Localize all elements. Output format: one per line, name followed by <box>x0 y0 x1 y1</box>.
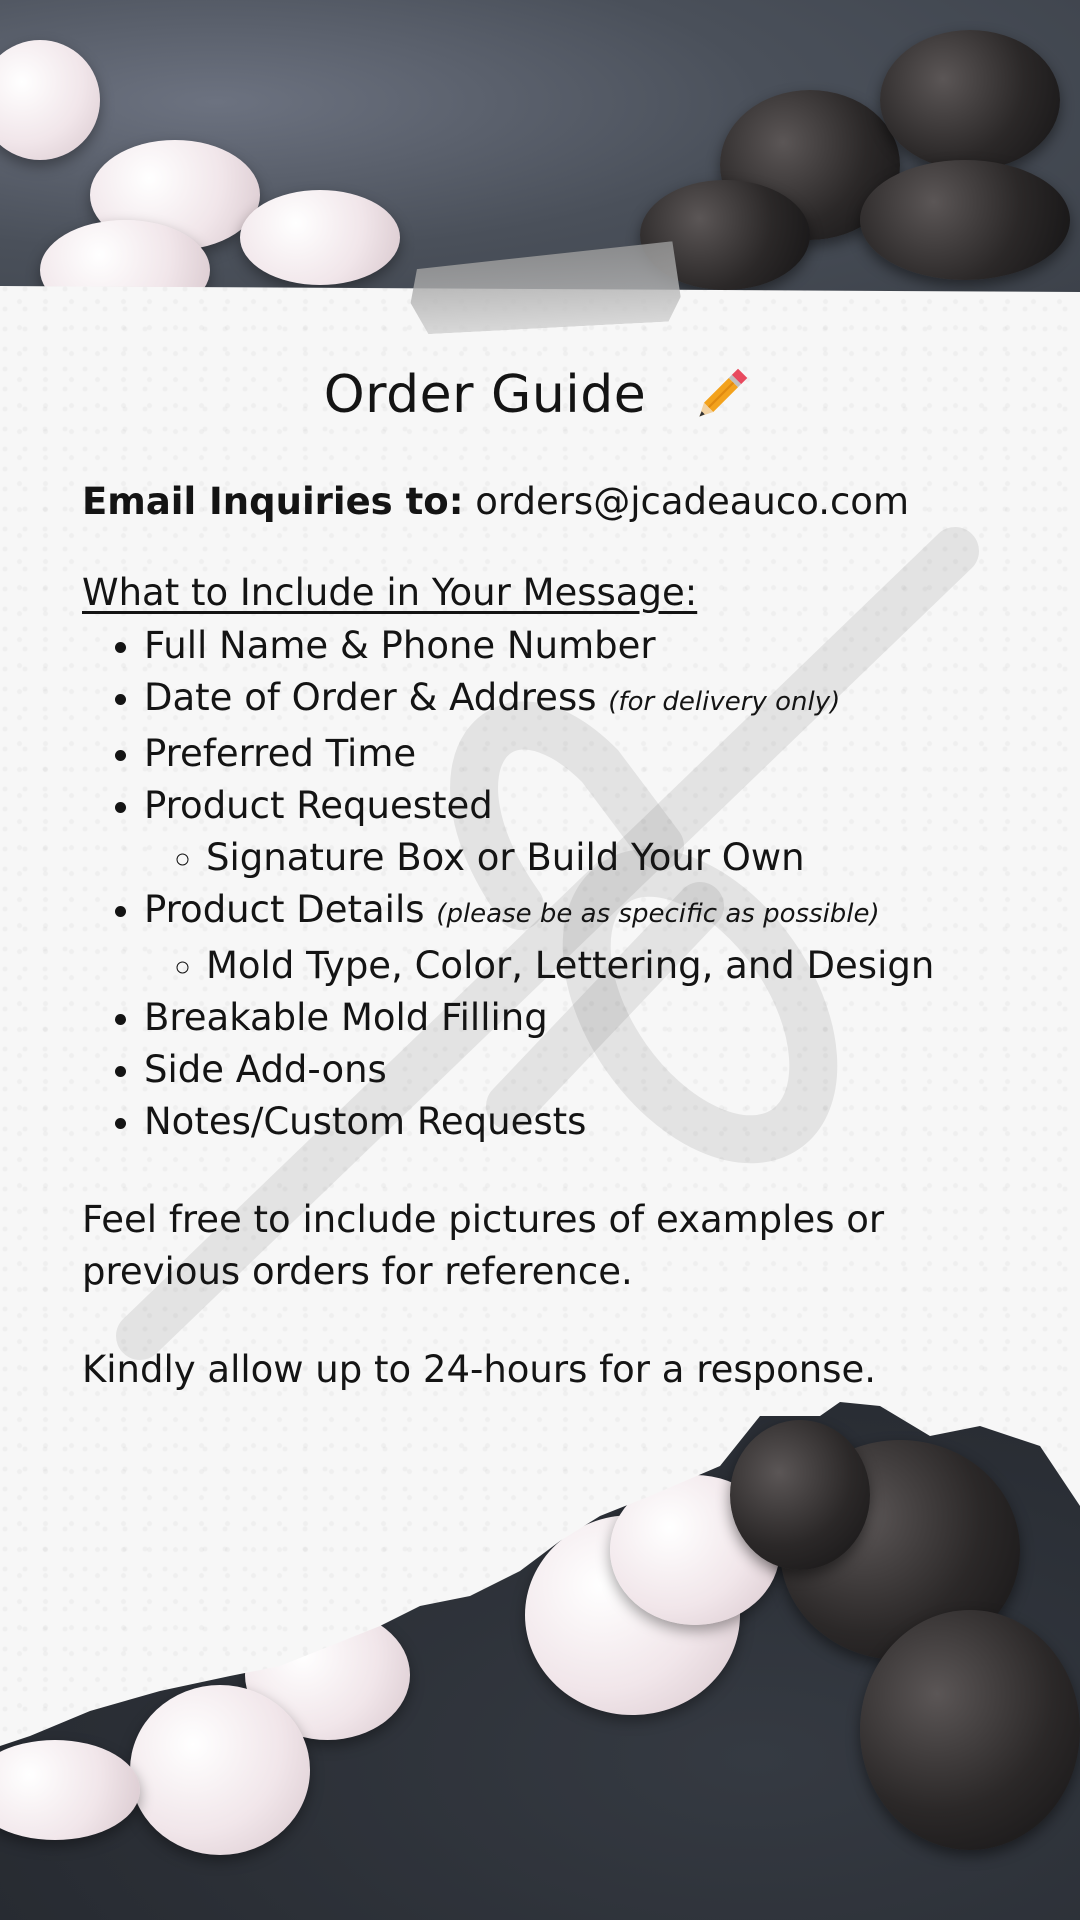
list-item: Breakable Mold Filling <box>144 992 1022 1044</box>
sub-list-item: Signature Box or Build Your Own <box>206 832 1022 884</box>
list-item-label: Date of Order & Address <box>144 676 597 719</box>
pictures-note: Feel free to include pictures of example… <box>82 1198 885 1293</box>
list-item-label: Notes/Custom Requests <box>144 1100 587 1143</box>
list-item: Date of Order & Address (for delivery on… <box>144 672 1022 728</box>
list-item-label: Product Requested <box>144 784 493 827</box>
list-item: Notes/Custom Requests <box>144 1096 1022 1148</box>
list-item: Product Requested Signature Box or Build… <box>144 780 1022 884</box>
include-heading: What to Include in Your Message: <box>82 571 698 614</box>
sub-list: Signature Box or Build Your Own <box>144 832 1022 884</box>
list-item-note: (for delivery only) <box>608 687 841 717</box>
dark-chocolate-chip <box>860 160 1070 280</box>
list-item: Full Name & Phone Number <box>144 620 1022 672</box>
dark-chocolate-chip <box>880 30 1060 170</box>
dark-chocolate-chip <box>860 1610 1080 1850</box>
dark-chocolate-chip <box>730 1420 870 1570</box>
list-item-label: Product Details <box>144 888 425 931</box>
email-address[interactable]: orders@jcadeauco.com <box>475 480 909 523</box>
sub-list-item-label: Mold Type, Color, Lettering, and Design <box>206 944 935 987</box>
list-item-note: (please be as specific as possible) <box>436 899 880 929</box>
list-item-label: Preferred Time <box>144 732 417 775</box>
white-chocolate-chip <box>240 190 400 285</box>
order-guide-content: Order Guide Email Inquiries to: orders@j… <box>82 360 1022 1396</box>
list-item-label: Full Name & Phone Number <box>144 624 656 667</box>
response-note: Kindly allow up to 24-hours for a respon… <box>82 1348 877 1391</box>
sub-list-item-label: Signature Box or Build Your Own <box>206 836 805 879</box>
list-item-label: Side Add-ons <box>144 1048 387 1091</box>
email-label: Email Inquiries to: <box>82 480 464 523</box>
page-title: Order Guide <box>323 365 647 425</box>
list-item: Side Add-ons <box>144 1044 1022 1096</box>
title-row: Order Guide <box>0 360 1080 430</box>
white-chocolate-chip <box>130 1685 310 1855</box>
sub-list-item: Mold Type, Color, Lettering, and Design <box>206 940 1022 992</box>
pencil-icon <box>699 368 748 417</box>
list-item-label: Breakable Mold Filling <box>144 996 548 1039</box>
include-list: Full Name & Phone Number Date of Order &… <box>82 620 1022 1148</box>
email-line: Email Inquiries to: orders@jcadeauco.com <box>82 480 1022 523</box>
sub-list: Mold Type, Color, Lettering, and Design <box>144 940 1022 992</box>
list-item: Product Details (please be as specific a… <box>144 884 1022 992</box>
list-item: Preferred Time <box>144 728 1022 780</box>
